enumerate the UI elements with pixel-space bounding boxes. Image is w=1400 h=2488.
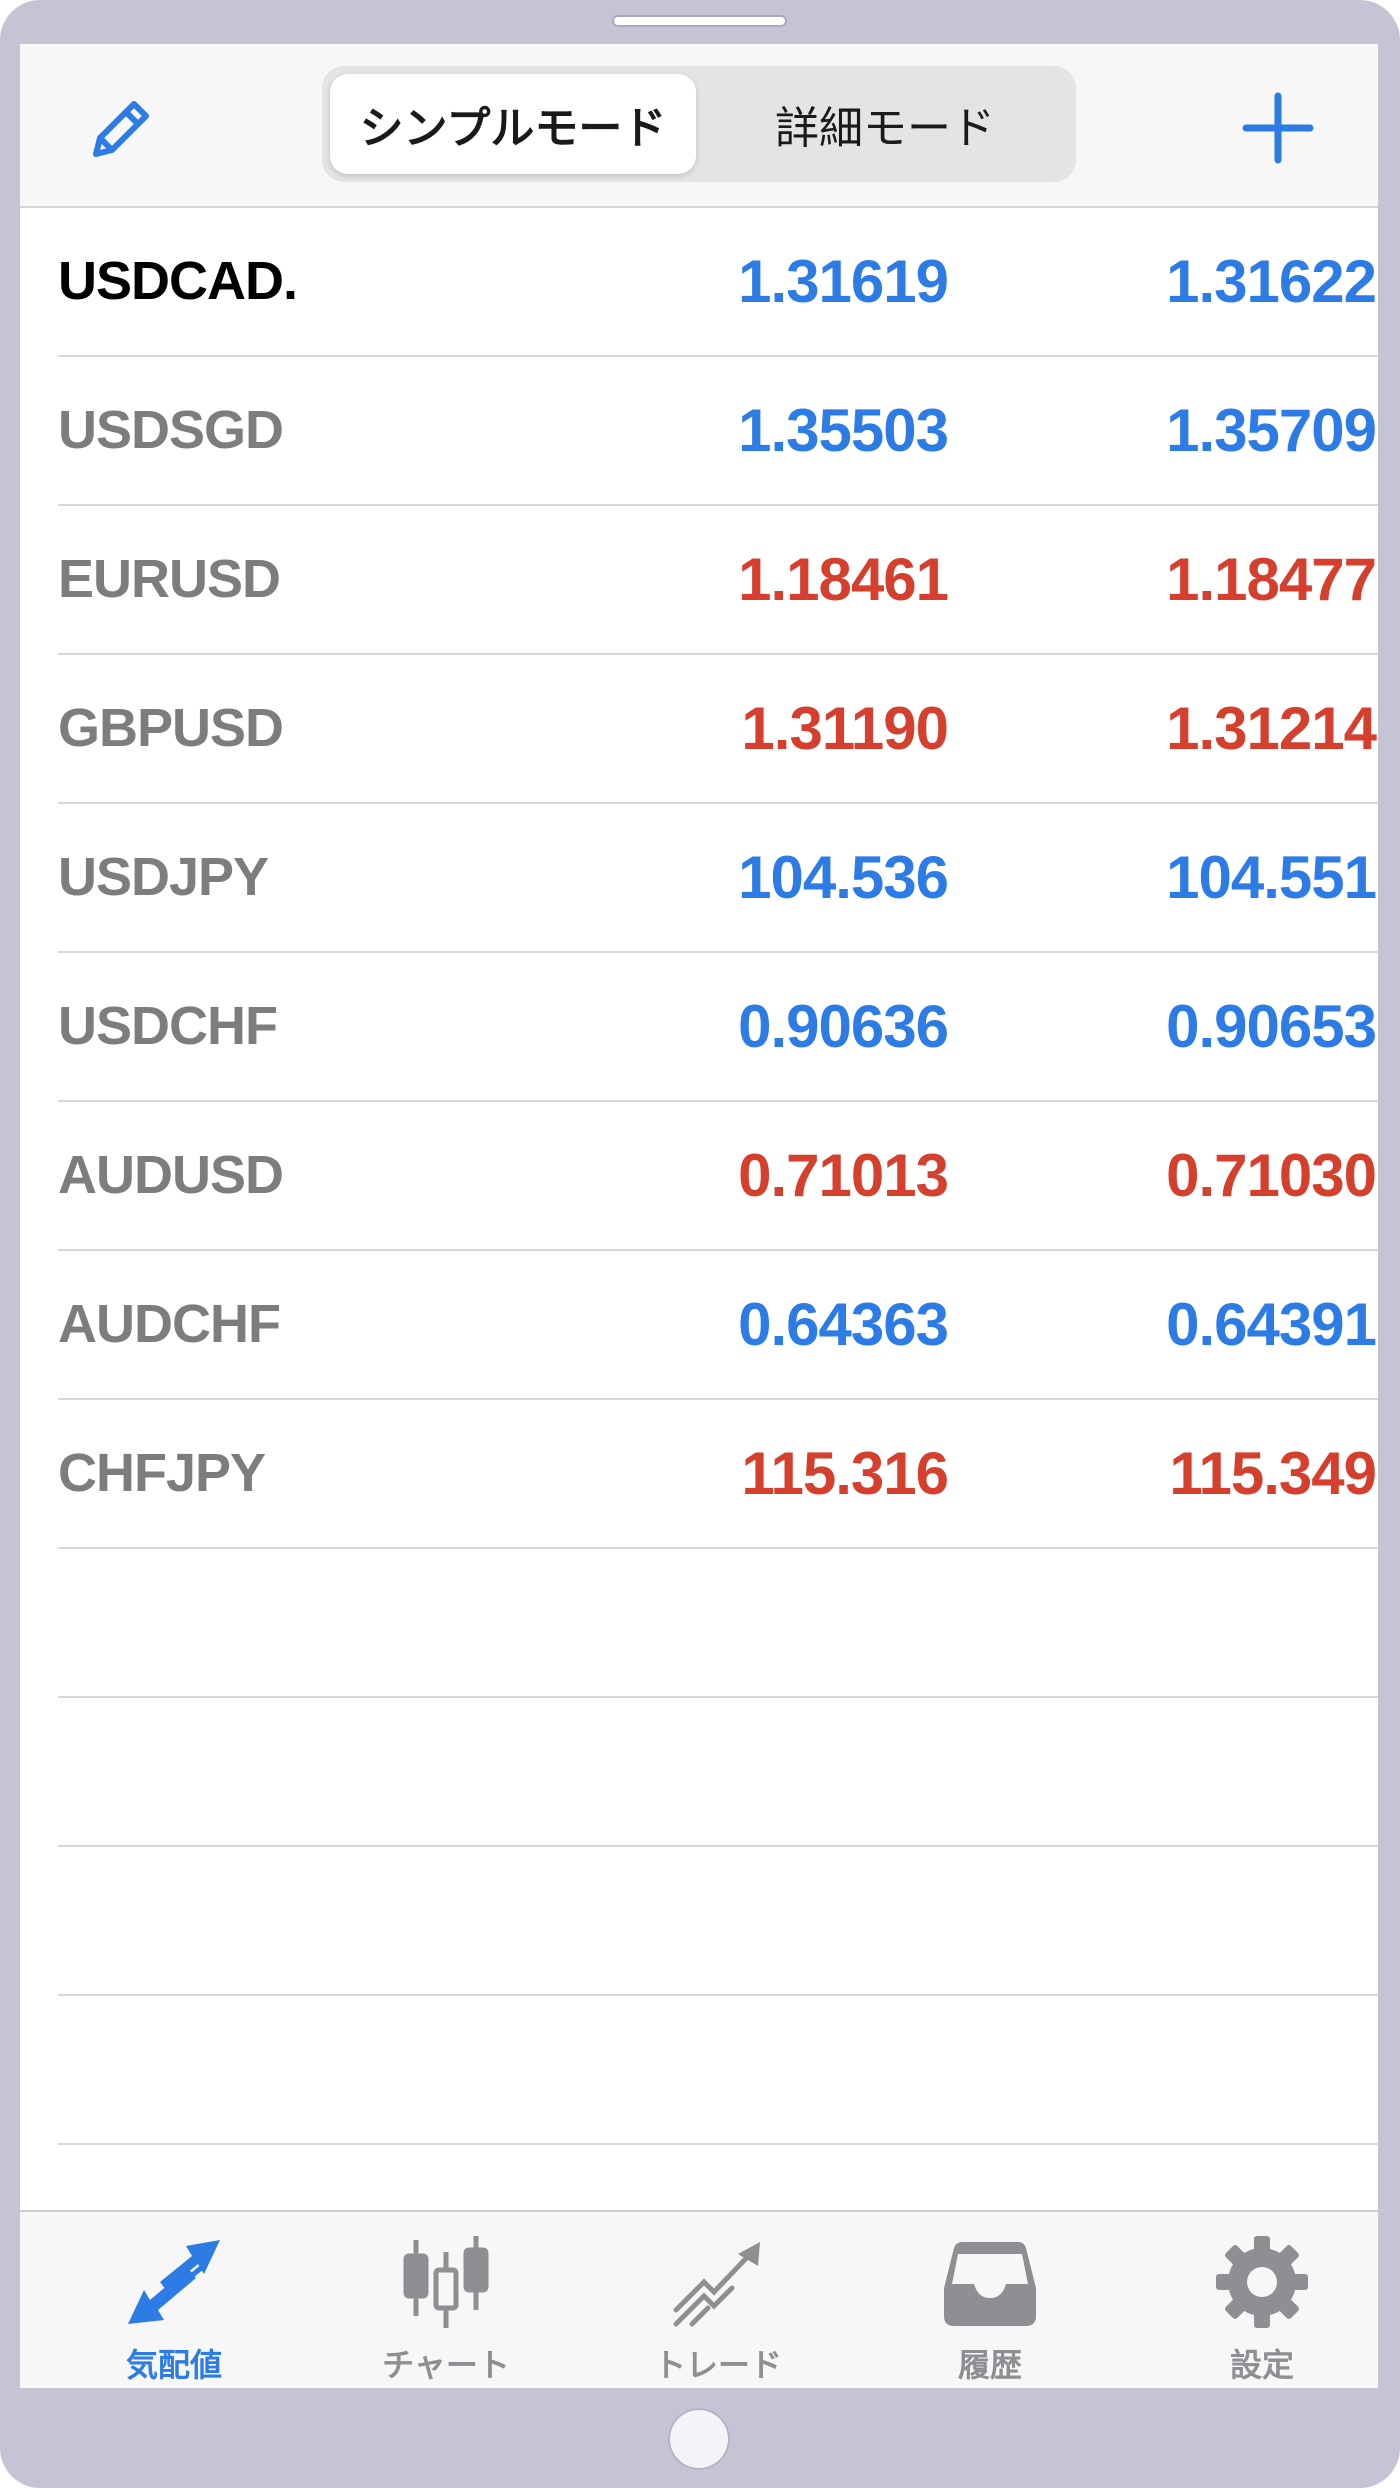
mode-segmented-control: シンプルモード 詳細モード	[322, 66, 1076, 182]
tab-trade-label: トレード	[653, 2347, 782, 2383]
inbox-tray-icon	[944, 2242, 1036, 2326]
edit-button[interactable]	[82, 88, 162, 168]
quote-row[interactable]: AUDCHF 0.64363 0.64391	[58, 1251, 1378, 1400]
tab-trade[interactable]: トレード	[582, 2212, 854, 2388]
tab-chart-label: チャート	[382, 2347, 510, 2383]
quote-bid: 1.18461	[738, 546, 949, 613]
quote-ask: 0.71030	[1166, 1142, 1377, 1209]
quote-bid: 115.316	[741, 1440, 949, 1507]
quote-row[interactable]: GBPUSD 1.31190 1.31214	[58, 655, 1378, 804]
empty-list-row	[58, 1996, 1378, 2145]
quote-symbol: GBPUSD	[58, 698, 284, 758]
quote-ask: 104.551	[1166, 844, 1377, 911]
quote-ask: 115.349	[1169, 1440, 1377, 1507]
tab-settings[interactable]: 設定	[1126, 2212, 1378, 2388]
quote-bid: 1.31190	[741, 695, 949, 762]
quote-symbol: EURUSD	[58, 549, 281, 609]
tab-settings-label: 設定	[1229, 2347, 1294, 2383]
quote-symbol: USDSGD	[58, 400, 284, 460]
quote-symbol: USDJPY	[58, 847, 269, 907]
pencil-icon	[93, 101, 149, 157]
tab-detail-mode[interactable]: 詳細モード	[702, 74, 1068, 174]
empty-list-row	[58, 1549, 1378, 1698]
quote-symbol: CHFJPY	[58, 1443, 266, 1503]
tab-quotes[interactable]: 気配値	[38, 2212, 310, 2388]
quote-symbol: USDCAD.	[58, 251, 298, 311]
add-symbol-button[interactable]	[1238, 88, 1318, 168]
quote-row[interactable]: USDCAD. 1.31619 1.31622	[58, 208, 1378, 357]
quote-ask: 0.64391	[1166, 1291, 1377, 1358]
quote-ask: 1.35709	[1166, 397, 1377, 464]
quote-ask: 1.18477	[1166, 546, 1377, 613]
trade-trend-icon	[673, 2242, 760, 2327]
quote-row[interactable]: EURUSD 1.18461 1.18477	[58, 506, 1378, 655]
quote-bid: 0.64363	[738, 1291, 949, 1358]
quote-row[interactable]: USDCHF 0.90636 0.90653	[58, 953, 1378, 1102]
gear-icon	[1216, 2236, 1308, 2328]
quote-ask: 1.31214	[1166, 695, 1377, 762]
quote-bid: 104.536	[738, 844, 949, 911]
speaker-grille	[612, 15, 787, 27]
quote-ask: 0.90653	[1166, 993, 1377, 1060]
quote-row[interactable]: USDJPY 104.536 104.551	[58, 804, 1378, 953]
quote-bid: 1.35503	[738, 397, 949, 464]
top-toolbar: シンプルモード 詳細モード	[20, 44, 1378, 208]
phone-frame: シンプルモード 詳細モード USDCAD. 1.31619 1.31622 USDSG…	[0, 0, 1400, 2488]
quote-ask: 1.31622	[1166, 248, 1377, 315]
tab-history-label: 履歴	[957, 2347, 1022, 2383]
quotes-arrows-icon	[128, 2240, 220, 2324]
app-screen: シンプルモード 詳細モード USDCAD. 1.31619 1.31622 USDSG…	[20, 44, 1378, 2388]
tab-simple-mode[interactable]: シンプルモード	[330, 74, 696, 174]
quote-bid: 0.71013	[738, 1142, 949, 1209]
quote-row[interactable]: USDSGD 1.35503 1.35709	[58, 357, 1378, 506]
quote-row[interactable]: AUDUSD 0.71013 0.71030	[58, 1102, 1378, 1251]
tab-history[interactable]: 履歴	[854, 2212, 1126, 2388]
quote-bid: 0.90636	[738, 993, 949, 1060]
quote-bid: 1.31619	[738, 248, 949, 315]
quote-symbol: AUDCHF	[58, 1294, 281, 1354]
plus-icon	[1242, 92, 1314, 164]
tab-quotes-label: 気配値	[125, 2347, 222, 2383]
home-button[interactable]	[668, 2408, 730, 2470]
quote-symbol: AUDUSD	[58, 1145, 284, 1205]
quotes-list: USDCAD. 1.31619 1.31622 USDSGD 1.35503 1.3570…	[20, 208, 1378, 2145]
quote-symbol: USDCHF	[58, 996, 278, 1056]
bottom-tab-bar: 気配値 チャート トレード 履歴 設定	[20, 2210, 1378, 2388]
empty-list-row	[58, 1698, 1378, 1847]
empty-list-row	[58, 1847, 1378, 1996]
tab-chart[interactable]: チャート	[310, 2212, 582, 2388]
candlestick-icon	[403, 2236, 489, 2328]
quote-row[interactable]: CHFJPY 115.316 115.349	[58, 1400, 1378, 1549]
